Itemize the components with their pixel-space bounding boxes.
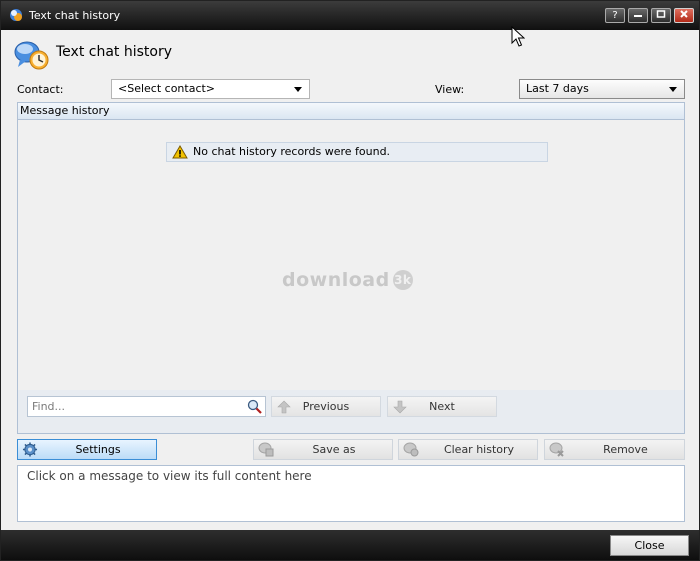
minimize-button[interactable] <box>628 8 648 23</box>
help-button[interactable]: ? <box>605 8 625 23</box>
previous-label: Previous <box>302 400 350 413</box>
remove-button[interactable]: Remove <box>544 439 685 460</box>
message-history-panel: Message history No chat history records … <box>17 102 685 434</box>
find-placeholder: Find... <box>32 400 66 413</box>
chevron-down-icon <box>669 87 677 92</box>
save-as-label: Save as <box>312 443 356 456</box>
empty-notice-text: No chat history records were found. <box>193 145 391 158</box>
watermark-logo: download 3k <box>282 269 413 291</box>
view-label: View: <box>435 83 465 96</box>
maximize-button[interactable] <box>651 8 671 23</box>
bottom-bar: Close <box>1 530 699 560</box>
minimize-icon <box>634 15 642 17</box>
mouse-cursor-icon <box>511 26 525 47</box>
remove-chat-icon <box>549 442 564 457</box>
chat-history-clock-icon <box>14 41 49 70</box>
remove-label: Remove <box>603 443 648 456</box>
close-button[interactable]: Close <box>610 535 689 556</box>
find-bar: Find... Previous Next <box>18 390 684 433</box>
close-window-button[interactable] <box>674 8 694 23</box>
empty-notice: No chat history records were found. <box>166 142 548 162</box>
previous-button[interactable]: Previous <box>271 396 381 417</box>
watermark-text: download <box>282 269 390 291</box>
clear-history-button[interactable]: Clear history <box>398 439 538 460</box>
window-title: Text chat history <box>29 9 121 22</box>
contact-select-value: <Select contact> <box>118 82 216 95</box>
view-select-value: Last 7 days <box>526 82 589 95</box>
close-icon <box>680 10 688 18</box>
contact-select[interactable]: <Select contact> <box>111 79 310 99</box>
view-select[interactable]: Last 7 days <box>519 79 685 99</box>
gear-icon <box>22 442 38 457</box>
clear-chat-icon <box>403 442 419 457</box>
warning-icon <box>172 145 188 159</box>
page-title: Text chat history <box>56 44 173 60</box>
title-bar[interactable]: Text chat history ? <box>1 1 699 30</box>
watermark-badge: 3k <box>392 270 413 290</box>
save-chat-icon <box>258 442 274 457</box>
save-as-button[interactable]: Save as <box>253 439 393 460</box>
message-detail-placeholder: Click on a message to view its full cont… <box>27 469 312 483</box>
find-input[interactable]: Find... <box>27 396 266 417</box>
settings-label: Settings <box>75 443 121 456</box>
maximize-icon <box>656 10 666 18</box>
message-history-header: Message history <box>18 103 684 120</box>
message-detail-view[interactable]: Click on a message to view its full cont… <box>17 465 685 522</box>
search-icon[interactable] <box>247 399 262 414</box>
clear-history-label: Clear history <box>443 443 515 456</box>
chat-history-window: Text chat history ? Text chat history Co… <box>0 0 700 561</box>
next-button[interactable]: Next <box>387 396 497 417</box>
app-icon <box>10 9 22 21</box>
chevron-down-icon <box>294 87 302 92</box>
contact-label: Contact: <box>17 83 64 96</box>
next-label: Next <box>429 400 455 413</box>
settings-button[interactable]: Settings <box>17 439 157 460</box>
